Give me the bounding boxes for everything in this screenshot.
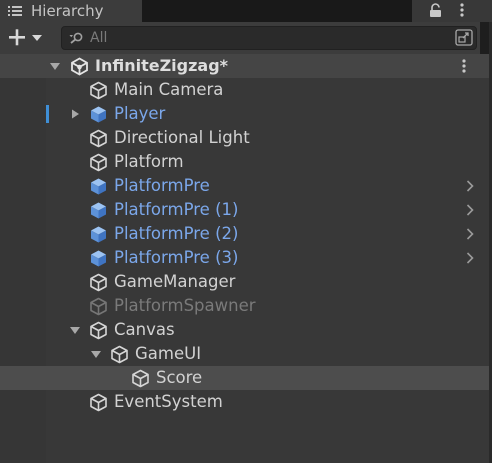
open-prefab-chevron-icon[interactable] <box>465 179 475 193</box>
open-prefab-chevron-icon[interactable] <box>465 251 475 265</box>
search-icon <box>69 32 83 44</box>
hierarchy-row-gameui[interactable]: GameUI <box>0 342 492 366</box>
fold-closed-icon[interactable] <box>69 109 81 119</box>
hierarchy-row-platformspawner[interactable]: PlatformSpawner <box>0 294 492 318</box>
row-label: Player <box>114 104 166 123</box>
row-label: Directional Light <box>114 128 250 147</box>
cube-outline-icon <box>90 321 107 340</box>
cube-outline-icon <box>90 81 107 100</box>
prefab-cube-icon <box>91 226 106 243</box>
kebab-menu-icon[interactable] <box>460 2 464 18</box>
row-label: EventSystem <box>114 392 223 411</box>
cube-outline-icon <box>90 273 107 292</box>
tab-bar-controls <box>412 0 492 22</box>
search-input[interactable] <box>90 27 420 49</box>
hierarchy-row-eventsystem[interactable]: EventSystem <box>0 390 492 414</box>
cube-outline-icon <box>111 345 128 364</box>
hierarchy-row-platformpre-3[interactable]: PlatformPre (3) <box>0 246 492 270</box>
cube-outline-icon <box>132 369 149 388</box>
open-prefab-chevron-icon[interactable] <box>465 203 475 217</box>
row-label: GameUI <box>135 344 202 363</box>
fold-open-icon[interactable] <box>69 325 81 335</box>
hierarchy-row-canvas[interactable]: Canvas <box>0 318 492 342</box>
cube-outline-icon <box>90 153 107 172</box>
row-label: PlatformPre (1) <box>114 200 239 219</box>
hierarchy-row-platformpre-2[interactable]: PlatformPre (2) <box>0 222 492 246</box>
hierarchy-row-platformpre-1[interactable]: PlatformPre (1) <box>0 198 492 222</box>
prefab-cube-icon <box>91 250 106 267</box>
row-label: PlatformPre <box>114 176 210 195</box>
row-label: Canvas <box>114 320 175 339</box>
row-label: GameManager <box>114 272 236 291</box>
open-prefab-chevron-icon[interactable] <box>465 227 475 241</box>
cube-outline-icon <box>90 297 107 316</box>
fold-open-icon[interactable] <box>90 349 102 359</box>
lock-icon[interactable] <box>429 3 442 18</box>
override-marker <box>46 105 49 123</box>
prefab-cube-icon <box>91 178 106 195</box>
prefab-cube-icon <box>91 202 106 219</box>
fold-open-icon[interactable] <box>49 61 61 71</box>
hierarchy-tree[interactable]: InfiniteZigzag* Main Camera Player Directi… <box>0 54 492 463</box>
scene-menu-icon[interactable] <box>462 58 466 74</box>
window-tab-bar: Hierarchy <box>0 0 492 22</box>
row-label: PlatformSpawner <box>114 296 256 315</box>
unity-scene-icon <box>71 57 88 76</box>
hierarchy-row-platform[interactable]: Platform <box>0 150 492 174</box>
hierarchy-row-platformpre[interactable]: PlatformPre <box>0 174 492 198</box>
row-label: Main Camera <box>114 80 224 99</box>
scene-filter-icon[interactable] <box>455 29 473 46</box>
hierarchy-row-main-camera[interactable]: Main Camera <box>0 78 492 102</box>
hierarchy-row-player[interactable]: Player <box>0 102 492 126</box>
plus-dropdown-icon[interactable] <box>4 26 48 50</box>
scene-row[interactable]: InfiniteZigzag* <box>0 54 492 78</box>
list-icon <box>8 6 22 16</box>
cube-outline-icon <box>90 393 107 412</box>
row-label: Score <box>156 368 203 387</box>
search-box[interactable] <box>61 26 477 50</box>
cube-outline-icon <box>90 129 107 148</box>
row-label: PlatformPre (2) <box>114 224 239 243</box>
scene-name: InfiniteZigzag* <box>95 56 229 75</box>
hierarchy-row-score[interactable]: Score <box>0 366 492 390</box>
prefab-cube-icon <box>91 106 106 123</box>
row-label: PlatformPre (3) <box>114 248 239 267</box>
hierarchy-row-directional-light[interactable]: Directional Light <box>0 126 492 150</box>
hierarchy-row-gamemanager[interactable]: GameManager <box>0 270 492 294</box>
tab-title: Hierarchy <box>31 2 104 20</box>
hierarchy-tab[interactable]: Hierarchy <box>0 0 142 22</box>
hierarchy-toolbar <box>0 22 492 55</box>
row-label: Platform <box>114 152 184 171</box>
